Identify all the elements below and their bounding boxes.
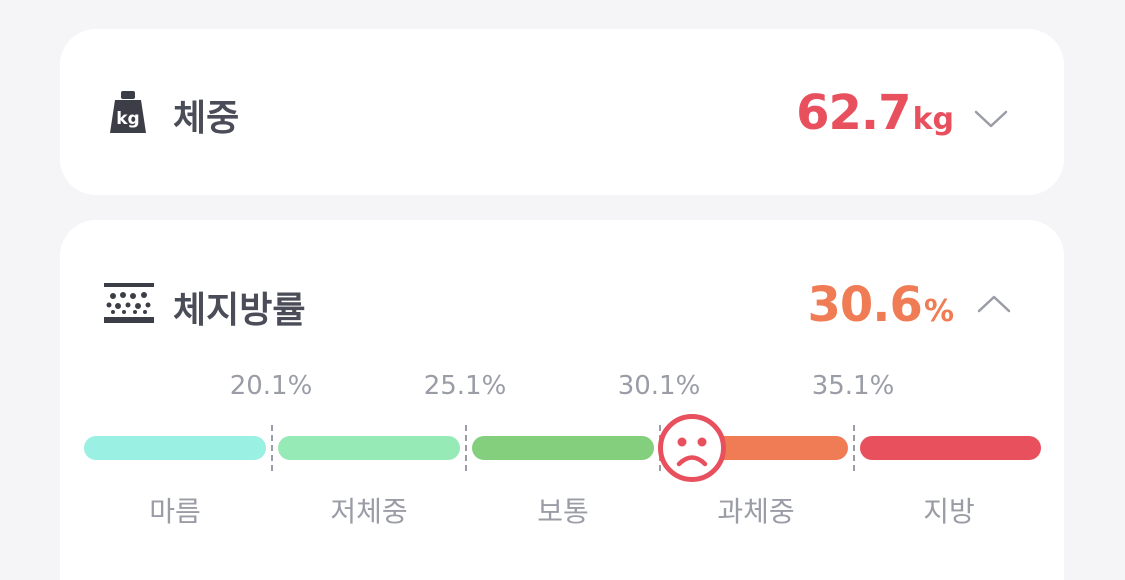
chevron-down-icon[interactable] [974, 109, 1008, 129]
gauge-divider [271, 425, 273, 471]
category-label: 지방 [923, 495, 975, 528]
body-fat-layers-icon [104, 283, 154, 323]
gauge-divider [853, 425, 855, 471]
threshold-label: 30.1% [617, 371, 701, 401]
threshold-label: 35.1% [811, 371, 895, 401]
body-fat-unit: % [923, 294, 954, 329]
weight-value: 62.7kg [796, 85, 954, 141]
gauge-divider [465, 425, 467, 471]
category-label: 보통 [537, 495, 589, 528]
gauge-segment-normal [472, 436, 654, 460]
body-fat-number: 30.6 [807, 277, 923, 333]
gauge-segment-underweight [278, 436, 460, 460]
threshold-label: 25.1% [423, 371, 507, 401]
weight-number: 62.7 [796, 85, 911, 141]
gauge-segment-obese [860, 436, 1041, 460]
body-fat-value: 30.6% [808, 277, 955, 333]
chevron-up-icon[interactable] [977, 294, 1011, 314]
gauge-segment-underweight-lean [84, 436, 266, 460]
weight-kg-icon: kg [110, 91, 146, 133]
weight-unit: kg [912, 102, 954, 137]
threshold-label: 20.1% [229, 371, 313, 401]
sad-face-icon [658, 414, 726, 482]
category-label: 마름 [149, 495, 201, 528]
weight-card[interactable]: kg 체중 62.7kg [60, 29, 1064, 195]
weight-title: 체중 [173, 98, 240, 139]
category-label: 과체중 [717, 495, 795, 528]
body-fat-title: 체지방률 [173, 290, 306, 331]
category-label: 저체중 [330, 495, 408, 528]
weight-icon-label: kg [116, 109, 139, 129]
